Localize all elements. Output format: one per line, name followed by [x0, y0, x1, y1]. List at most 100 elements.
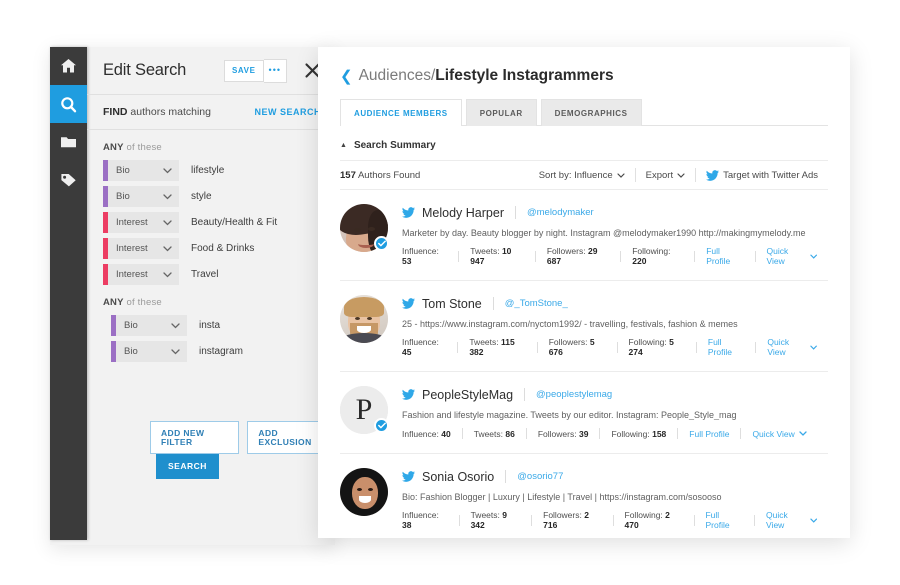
quick-view-button[interactable]: Quick View [752, 429, 817, 439]
find-prefix: FIND [103, 106, 128, 118]
divider [492, 297, 494, 310]
filter-value[interactable]: lifestyle [191, 165, 224, 176]
result-bio: 25 - https://www.instagram.com/nyctom199… [402, 319, 738, 329]
add-new-filter-button[interactable]: ADD NEW FILTER [150, 421, 240, 454]
breadcrumb-parent[interactable]: Audiences [359, 67, 431, 85]
rail-item-search[interactable] [50, 85, 87, 123]
filter-groups: ANY of these Bio lifestyle Bio style Int… [87, 130, 335, 367]
search-summary-toggle[interactable]: ▲ Search Summary [340, 140, 828, 161]
tab-demographics[interactable]: DEMOGRAPHICS [540, 99, 642, 126]
list-item[interactable]: Sonia Osorio @osorio77 Bio: Fashion Blog… [340, 454, 828, 544]
results-toolbar: 157 Authors Found Sort by: Influence Exp… [340, 161, 828, 190]
result-handle[interactable]: @_TomStone_ [505, 298, 568, 309]
rail-item-home[interactable] [50, 47, 87, 85]
stat-following-value: 158 [652, 428, 667, 439]
list-item[interactable]: Tom Stone @_TomStone_ 25 - https://www.i… [340, 281, 828, 372]
full-profile-link[interactable]: Full Profile [708, 337, 756, 357]
chevron-down-icon [677, 172, 685, 178]
breadcrumb-current: Lifestyle Instagrammers [435, 67, 614, 84]
filter-field-select[interactable]: Bio [103, 186, 179, 207]
export-label: Export [645, 169, 674, 181]
stat-influence: Influence: 40 [402, 429, 462, 439]
rail-item-tag[interactable] [50, 161, 87, 199]
quick-view-button[interactable]: Quick View [766, 510, 828, 530]
chevron-down-icon [617, 172, 625, 178]
divider [458, 250, 460, 262]
divider [461, 428, 463, 439]
filter-action-buttons: ADD NEW FILTER ADD EXCLUSION [150, 421, 335, 454]
result-name-row: Sonia Osorio @osorio77 [402, 468, 828, 485]
filter-field-select[interactable]: Bio [111, 341, 187, 362]
twitter-icon [402, 207, 415, 218]
save-button[interactable]: SAVE [223, 59, 264, 82]
stat-followers: Followers: 5 676 [549, 337, 617, 357]
result-name[interactable]: PeopleStyleMag [422, 388, 513, 402]
chevron-down-icon [809, 517, 817, 523]
stat-followers-label: Followers: [543, 510, 582, 520]
stat-following-label: Following: [624, 510, 663, 520]
export-dropdown[interactable]: Export [634, 168, 695, 182]
result-name[interactable]: Tom Stone [422, 297, 482, 311]
avatar[interactable] [340, 468, 388, 516]
chevron-left-icon[interactable]: ❮ [340, 69, 353, 84]
breadcrumb: ❮ Audiences / Lifestyle Instagrammers [318, 47, 850, 85]
divider [612, 514, 614, 526]
list-item[interactable]: Melody Harper @melodymaker Marketer by d… [340, 190, 828, 281]
full-profile-link[interactable]: Full Profile [689, 429, 740, 439]
divider [677, 428, 679, 439]
filter-field-select[interactable]: Interest [103, 264, 179, 285]
more-options-button[interactable]: ••• [263, 58, 287, 83]
result-handle[interactable]: @peoplestylemag [536, 389, 612, 400]
photo-tom-stone [340, 295, 388, 343]
stat-following: Following: 158 [611, 429, 677, 439]
full-profile-link[interactable]: Full Profile [706, 246, 754, 266]
tab-audience-members[interactable]: AUDIENCE MEMBERS [340, 99, 462, 126]
avatar[interactable] [340, 295, 388, 343]
full-profile-link[interactable]: Full Profile [705, 510, 754, 530]
edit-search-header: Edit Search SAVE ••• [87, 47, 335, 95]
result-name[interactable]: Sonia Osorio [422, 470, 494, 484]
filter-value[interactable]: style [191, 191, 212, 202]
search-submit-button[interactable]: SEARCH [156, 454, 219, 479]
find-suffix: authors matching [127, 106, 211, 118]
quick-view-button[interactable]: Quick View [767, 337, 828, 357]
avatar[interactable]: P [340, 386, 389, 434]
stat-tweets: Tweets: 115 382 [469, 337, 536, 357]
filter-value[interactable]: instagram [199, 346, 243, 357]
filter-value[interactable]: Food & Drinks [191, 243, 254, 254]
stat-influence-value: 45 [402, 347, 412, 357]
divider [524, 388, 526, 401]
filter-value[interactable]: Beauty/Health & Fit [191, 217, 277, 228]
list-item[interactable]: P PeopleStyleMag @peoplestylemag Fashion… [340, 372, 828, 454]
target-twitter-ads-button[interactable]: Target with Twitter Ads [695, 168, 828, 182]
target-twitter-ads-label: Target with Twitter Ads [723, 169, 818, 181]
result-handle[interactable]: @melodymaker [527, 207, 594, 218]
stat-influence-value: 38 [402, 520, 412, 530]
stat-following: Following: 2 470 [625, 510, 694, 530]
filter-field-select[interactable]: Interest [103, 212, 179, 233]
filter-value[interactable]: Travel [191, 269, 218, 280]
result-bio: Fashion and lifestyle magazine. Tweets b… [402, 410, 737, 420]
photo-sonia-osorio [340, 468, 388, 516]
avatar[interactable] [340, 204, 389, 252]
stat-tweets: Tweets: 9 342 [471, 510, 532, 530]
new-search-link[interactable]: NEW SEARCH [254, 107, 321, 117]
quick-view-button[interactable]: Quick View [766, 246, 828, 266]
filter-field-select[interactable]: Interest [103, 238, 179, 259]
filter-field-label: Interest [116, 269, 148, 280]
save-button-group: SAVE ••• [223, 58, 287, 83]
avatar-image [340, 295, 388, 343]
folder-icon [61, 137, 76, 148]
sort-by-label: Sort by: Influence [538, 169, 613, 181]
filter-field-select[interactable]: Bio [111, 315, 187, 336]
result-name[interactable]: Melody Harper [422, 206, 504, 220]
result-handle[interactable]: @osorio77 [517, 471, 563, 482]
filter-field-select[interactable]: Bio [103, 160, 179, 181]
rail-item-folder[interactable] [50, 123, 87, 161]
sort-by-dropdown[interactable]: Sort by: Influence [529, 168, 635, 182]
stat-influence: Influence: 45 [402, 337, 457, 357]
tab-popular[interactable]: POPULAR [465, 99, 537, 126]
filter-value[interactable]: insta [199, 320, 220, 331]
result-info: Tom Stone @_TomStone_ 25 - https://www.i… [402, 295, 828, 357]
stat-followers-value: 39 [578, 428, 589, 439]
